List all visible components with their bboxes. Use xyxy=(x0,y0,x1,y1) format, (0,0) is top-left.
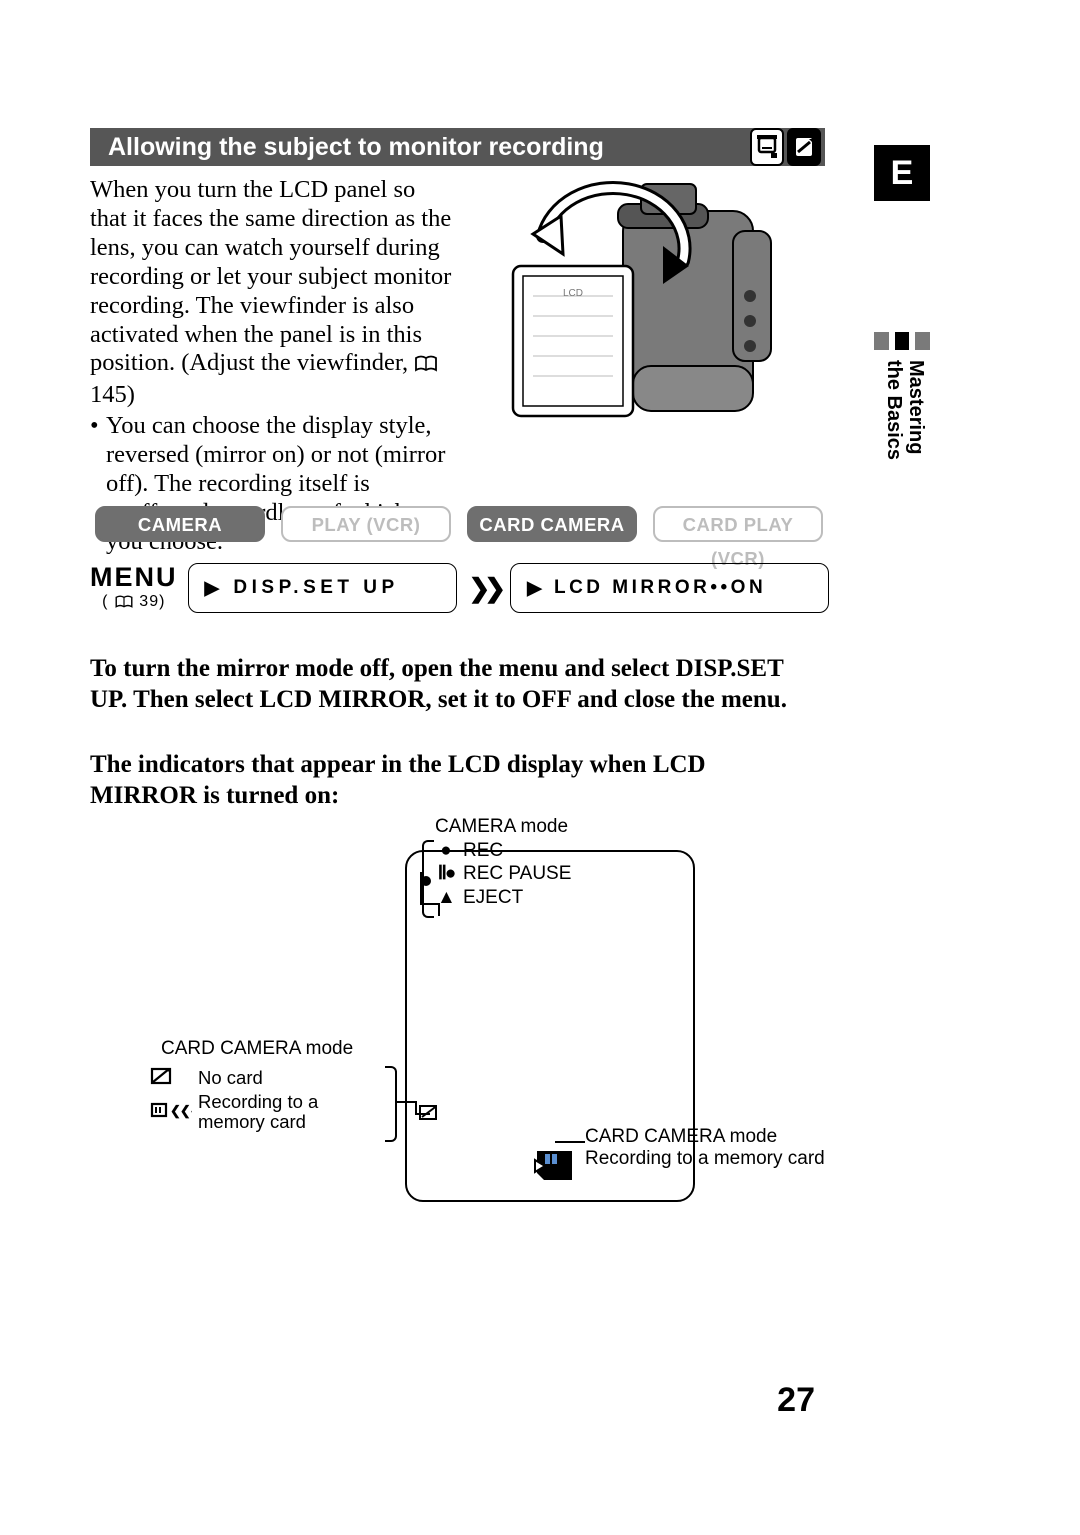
book-icon xyxy=(414,352,438,381)
body-text: When you turn the LCD panel so that it f… xyxy=(90,176,455,557)
menu-title: MENU xyxy=(90,562,178,593)
tape-icon xyxy=(750,128,784,166)
double-arrow-icon: ❯❯ xyxy=(467,573,501,604)
mode-card-play-vcr: CARD PLAY (VCR) xyxy=(653,506,823,542)
instruction-2: The indicators that appear in the LCD di… xyxy=(90,750,810,811)
language-marker: E xyxy=(874,145,930,201)
menu-step-1: ▶ DISP.SET UP xyxy=(188,563,457,613)
card-mode-title-right: CARD CAMERA mode xyxy=(585,1126,845,1148)
body-page-ref: 145) xyxy=(90,381,135,408)
heading-mode-icons xyxy=(750,128,821,166)
recording-card-symbol: ❮❮❮ xyxy=(150,1102,192,1123)
no-card-label: No card xyxy=(198,1067,322,1090)
instruction-1: To turn the mirror mode off, open the me… xyxy=(90,654,810,715)
menu-step-2-text: LCD MIRROR••ON xyxy=(554,577,766,599)
camcorder-illustration: LCD xyxy=(473,176,803,456)
menu-ref-num: 39 xyxy=(139,593,159,610)
rec-dot-icon xyxy=(421,876,431,886)
section-heading: Allowing the subject to monitor recordin… xyxy=(108,133,604,162)
camera-mode-title: CAMERA mode xyxy=(435,816,579,838)
svg-text:LCD: LCD xyxy=(563,288,583,299)
mode-play-vcr: PLAY (VCR) xyxy=(281,506,451,542)
book-icon xyxy=(114,595,134,614)
svg-text:❮❮❮: ❮❮❮ xyxy=(170,1103,192,1119)
legend-card-mode-right: CARD CAMERA mode Recording to a memory c… xyxy=(585,1126,845,1170)
side-tab-bars xyxy=(874,332,930,350)
memory-card-label: memory card xyxy=(198,1111,306,1132)
mode-pills: CAMERA PLAY (VCR) CARD CAMERA CARD PLAY … xyxy=(95,506,823,542)
side-chapter-label: Mastering the Basics xyxy=(883,360,927,460)
menu-path: MENU ( 39) ▶ DISP.SET UP ❯❯ ▶ LCD MIRROR… xyxy=(90,562,829,614)
body-para: When you turn the LCD panel so that it f… xyxy=(90,176,451,376)
menu-ref: ( 39) xyxy=(90,593,178,614)
menu-step-2: ▶ LCD MIRROR••ON xyxy=(510,563,829,613)
page-number: 27 xyxy=(777,1381,815,1420)
menu-label: MENU ( 39) xyxy=(90,562,178,614)
section-heading-bar: Allowing the subject to monitor recordin… xyxy=(90,128,825,166)
lcd-indicator-diagram: CAMERA mode ● REC Ⅱ● REC PAUSE ▲ EJECT xyxy=(115,810,815,1260)
recording-to-a-label: Recording to a xyxy=(198,1091,318,1112)
mode-camera: CAMERA xyxy=(95,506,265,542)
no-card-symbol xyxy=(150,1068,172,1089)
menu-step-1-text: DISP.SET UP xyxy=(233,577,398,599)
legend-card-mode: No card ❮❮❮ Re xyxy=(148,1065,393,1135)
recording-right-label: Recording to a memory card xyxy=(585,1148,845,1170)
card-mini-icon xyxy=(419,1104,437,1119)
side-chapter-text: Mastering the Basics xyxy=(883,360,927,460)
mode-card-camera: CARD CAMERA xyxy=(467,506,637,542)
bracket-left xyxy=(385,1066,397,1142)
legend-card-mode-title: CARD CAMERA mode xyxy=(161,1038,353,1060)
memory-card-icon xyxy=(532,1148,577,1183)
card-icon xyxy=(787,128,821,166)
